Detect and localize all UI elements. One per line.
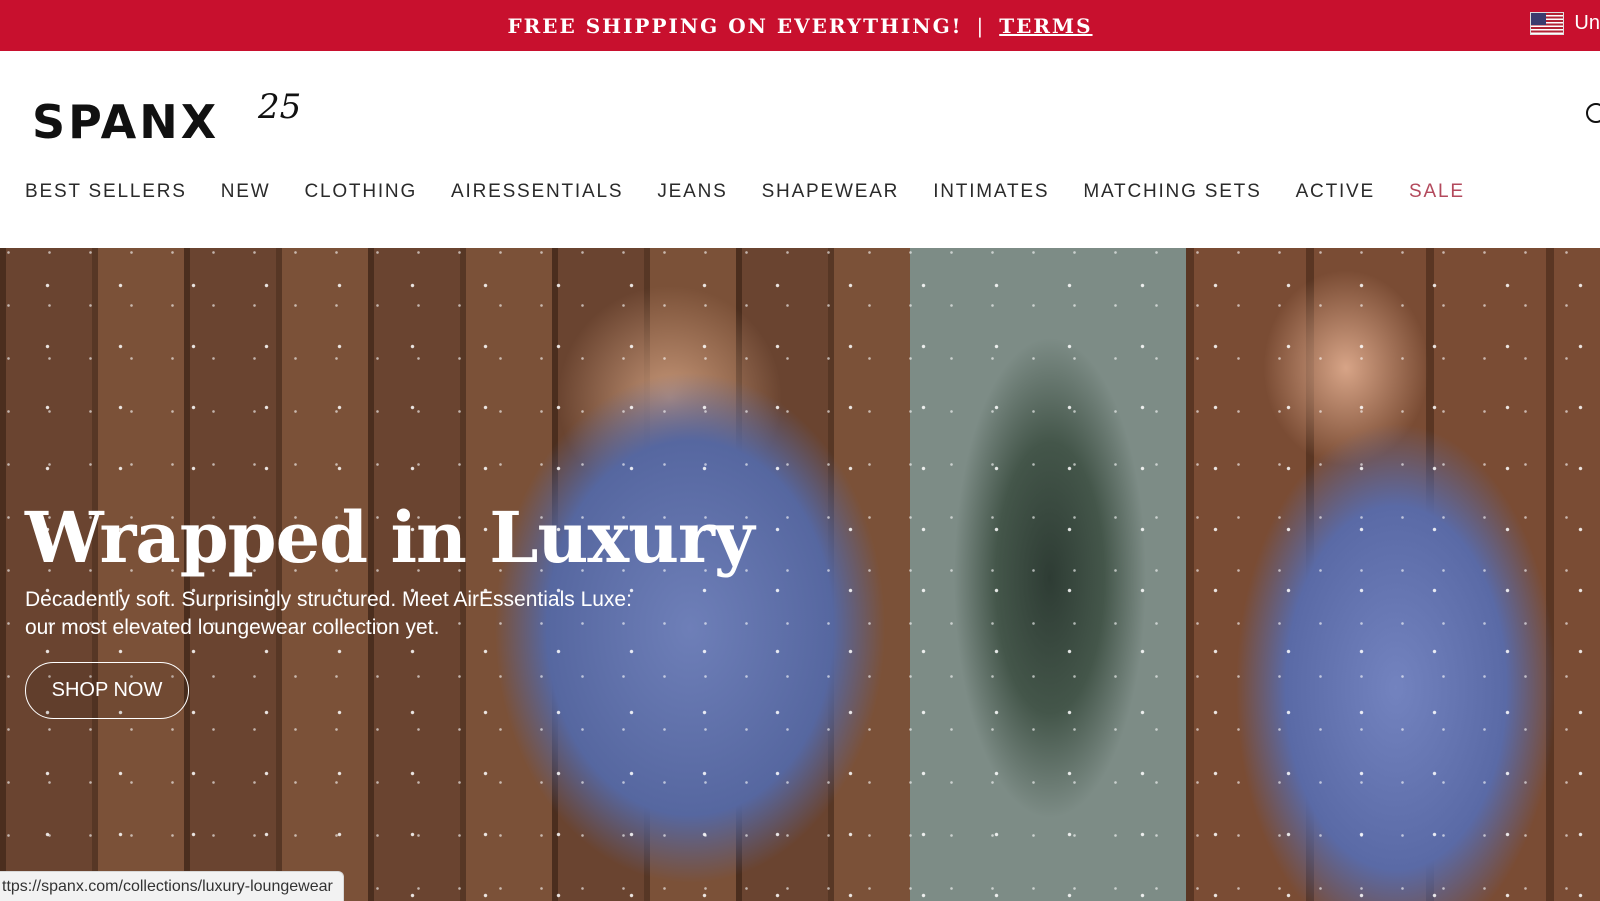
spanx-logo[interactable]: SPANX <box>32 95 219 149</box>
nav-item-new[interactable]: NEW <box>221 181 271 203</box>
nav-item-active[interactable]: ACTIVE <box>1296 181 1375 203</box>
terms-link[interactable]: TERMS <box>999 14 1092 38</box>
nav-item-clothing[interactable]: CLOTHING <box>304 181 417 203</box>
locale-selector[interactable]: Un <box>1530 12 1600 35</box>
main-nav: BEST SELLERS NEW CLOTHING AIRESSENTIALS … <box>25 181 1499 203</box>
hero-banner[interactable]: Wrapped in Luxury Decadently soft. Surpr… <box>0 248 1600 901</box>
promo-separator: | <box>976 13 986 38</box>
search-icon[interactable] <box>1586 103 1600 123</box>
nav-item-shapewear[interactable]: SHAPEWEAR <box>762 181 900 203</box>
hero-title: Wrapped in Luxury <box>25 496 755 579</box>
hero-subtitle: Decadently soft. Surprisingly structured… <box>25 588 632 639</box>
status-bar-url: ttps://spanx.com/collections/luxury-loun… <box>0 871 344 901</box>
site-header: SPANX 25 BEST SELLERS NEW CLOTHING AIRES… <box>0 51 1600 248</box>
nav-item-sale[interactable]: SALE <box>1409 181 1465 203</box>
us-flag-icon <box>1530 12 1565 35</box>
nav-item-airessentials[interactable]: AIRESSENTIALS <box>451 181 623 203</box>
promo-message: FREE SHIPPING ON EVERYTHING! <box>507 13 963 38</box>
nav-item-jeans[interactable]: JEANS <box>657 181 727 203</box>
nav-item-matching-sets[interactable]: MATCHING SETS <box>1083 181 1261 203</box>
promo-bar: FREE SHIPPING ON EVERYTHING! | TERMS Un <box>0 0 1600 51</box>
locale-label: Un <box>1574 12 1600 34</box>
logo-anniversary-mark: 25 <box>258 87 302 127</box>
nav-item-best-sellers[interactable]: BEST SELLERS <box>25 181 187 203</box>
shop-now-button[interactable]: SHOP NOW <box>25 662 189 719</box>
nav-item-intimates[interactable]: INTIMATES <box>933 181 1049 203</box>
promo-message-group: FREE SHIPPING ON EVERYTHING! | TERMS <box>0 0 1600 51</box>
